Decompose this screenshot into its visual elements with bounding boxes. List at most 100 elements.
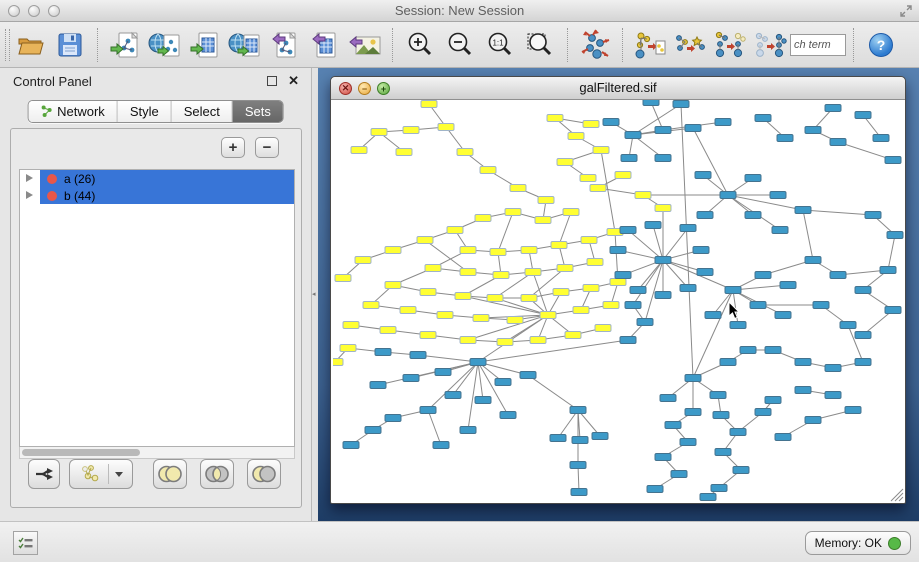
network-node[interactable] (557, 265, 573, 272)
network-node[interactable] (603, 302, 619, 309)
network-node[interactable] (473, 315, 489, 322)
network-node[interactable] (885, 157, 901, 164)
network-node[interactable] (421, 101, 437, 108)
network-node[interactable] (620, 227, 636, 234)
expand-triangle-icon[interactable] (26, 174, 33, 182)
network-node[interactable] (595, 325, 611, 332)
network-node[interactable] (855, 287, 871, 294)
network-node[interactable] (365, 427, 381, 434)
network-node[interactable] (740, 347, 756, 354)
minimize-window-icon[interactable] (28, 5, 40, 17)
network-node[interactable] (755, 272, 771, 279)
network-node[interactable] (710, 392, 726, 399)
network-node[interactable] (457, 149, 473, 156)
network-node[interactable] (551, 242, 567, 249)
network-node[interactable] (380, 327, 396, 334)
network-node[interactable] (813, 302, 829, 309)
float-panel-icon[interactable] (267, 76, 277, 86)
network-node[interactable] (455, 293, 471, 300)
network-node[interactable] (363, 302, 379, 309)
network-node[interactable] (590, 185, 606, 192)
tab-style[interactable]: Style (118, 101, 172, 122)
network-node[interactable] (593, 147, 609, 154)
network-node[interactable] (713, 412, 729, 419)
network-node[interactable] (403, 127, 419, 134)
network-node[interactable] (565, 332, 581, 339)
network-node[interactable] (725, 287, 741, 294)
network-node[interactable] (497, 339, 513, 346)
network-node[interactable] (403, 375, 419, 382)
list-item[interactable]: a (26) (20, 170, 294, 187)
network-node[interactable] (880, 267, 896, 274)
network-node[interactable] (340, 345, 356, 352)
network-node[interactable] (420, 407, 436, 414)
network-canvas[interactable] (333, 100, 904, 502)
network-node[interactable] (583, 285, 599, 292)
network-node[interactable] (495, 379, 511, 386)
memory-status-button[interactable]: Memory: OK (805, 531, 911, 555)
network-node[interactable] (615, 172, 631, 179)
network-node[interactable] (700, 494, 716, 501)
network-node[interactable] (475, 397, 491, 404)
network-node[interactable] (777, 135, 793, 142)
network-node[interactable] (671, 471, 687, 478)
zoom-out-icon[interactable] (443, 28, 477, 62)
network-node[interactable] (855, 359, 871, 366)
network-node[interactable] (507, 317, 523, 324)
network-node[interactable] (680, 285, 696, 292)
network-node[interactable] (830, 272, 846, 279)
tab-sets[interactable]: Sets (233, 101, 283, 122)
network-node[interactable] (592, 433, 608, 440)
network-node[interactable] (730, 429, 746, 436)
network-node[interactable] (460, 269, 476, 276)
network-node[interactable] (705, 312, 721, 319)
help-icon[interactable]: ? (869, 33, 893, 57)
difference-button[interactable] (247, 459, 281, 489)
network-node[interactable] (460, 337, 476, 344)
chevron-down-icon[interactable] (115, 472, 123, 477)
union-button[interactable] (153, 459, 187, 489)
network-node[interactable] (755, 115, 771, 122)
network-node[interactable] (437, 312, 453, 319)
close-window-icon[interactable] (8, 5, 20, 17)
network-node[interactable] (470, 359, 486, 366)
network-node[interactable] (435, 369, 451, 376)
network-node[interactable] (333, 359, 343, 366)
zoom-selected-icon[interactable] (523, 28, 557, 62)
network-node[interactable] (500, 412, 516, 419)
network-node[interactable] (521, 295, 537, 302)
network-node[interactable] (417, 237, 433, 244)
network-node[interactable] (720, 359, 736, 366)
resize-grip-icon[interactable] (890, 488, 904, 502)
network-node[interactable] (855, 112, 871, 119)
network-node[interactable] (755, 409, 771, 416)
network-node[interactable] (445, 392, 461, 399)
import-network-file-icon[interactable] (108, 28, 142, 62)
network-node[interactable] (765, 397, 781, 404)
network-node[interactable] (610, 247, 626, 254)
network-node[interactable] (625, 132, 641, 139)
zoom-in-icon[interactable] (403, 28, 437, 62)
network-node[interactable] (370, 382, 386, 389)
close-panel-icon[interactable]: ✕ (288, 73, 299, 89)
frame-close-icon[interactable]: ✕ (339, 82, 352, 95)
export-table-icon[interactable] (308, 28, 342, 62)
network-node[interactable] (615, 272, 631, 279)
network-node[interactable] (655, 454, 671, 461)
network-node[interactable] (673, 101, 689, 108)
network-node[interactable] (637, 319, 653, 326)
apply-layout-icon[interactable] (578, 28, 612, 62)
network-node[interactable] (685, 375, 701, 382)
network-node[interactable] (493, 272, 509, 279)
zoom-window-icon[interactable] (48, 5, 60, 17)
tab-network[interactable]: Network (28, 101, 118, 122)
network-node[interactable] (460, 247, 476, 254)
network-node[interactable] (580, 175, 596, 182)
import-table-url-icon[interactable] (228, 28, 262, 62)
network-node[interactable] (873, 135, 889, 142)
network-node[interactable] (795, 359, 811, 366)
task-monitor-button[interactable] (13, 531, 38, 555)
network-node[interactable] (385, 247, 401, 254)
network-node[interactable] (571, 489, 587, 496)
network-node[interactable] (447, 227, 463, 234)
